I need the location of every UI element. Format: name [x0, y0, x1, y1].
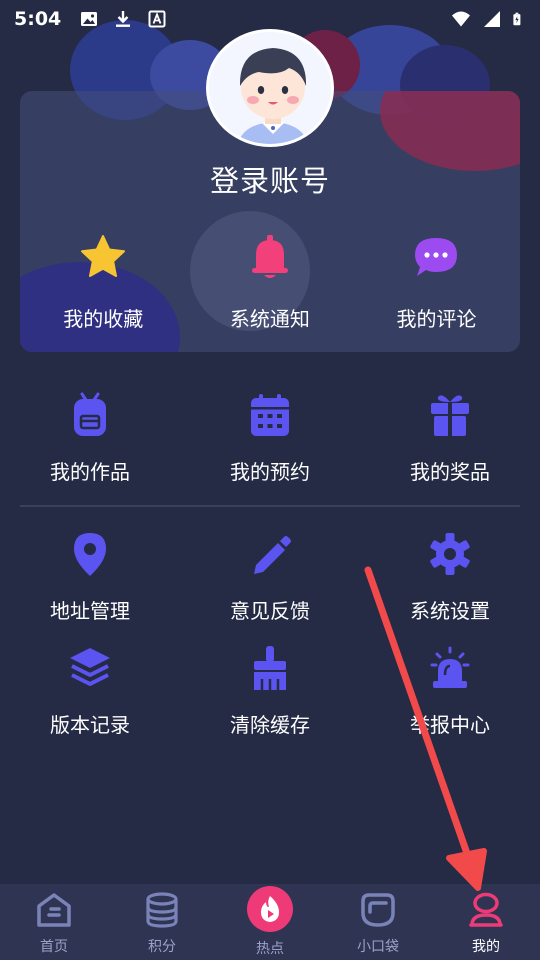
wifi-icon — [452, 11, 470, 27]
nav-home[interactable]: 首页 — [0, 884, 108, 960]
my-reservations-label: 我的预约 — [230, 460, 310, 484]
database-icon — [146, 892, 178, 928]
menu-row-settings: 地址管理 意见反馈 系统设置 — [0, 531, 540, 624]
nav-pocket-label: 小口袋 — [357, 939, 399, 955]
nav-hot-label: 热点 — [256, 941, 284, 957]
clear-cache-button[interactable]: 清除缓存 — [180, 645, 360, 738]
notifications-label: 系统通知 — [229, 307, 310, 331]
report-center-button[interactable]: 举报中心 — [360, 645, 540, 738]
report-center-label: 举报中心 — [410, 713, 490, 737]
nav-hot[interactable]: 热点 — [216, 884, 324, 960]
my-works-label: 我的作品 — [50, 460, 130, 484]
my-prizes-label: 我的奖品 — [410, 460, 490, 484]
nav-mine[interactable]: 我的 — [432, 884, 540, 960]
chat-bubble-icon — [415, 237, 458, 276]
nav-points-label: 积分 — [148, 939, 176, 955]
hot-button-circle — [247, 886, 293, 932]
comments-button[interactable]: 我的评论 — [353, 232, 520, 332]
my-reservations-button[interactable]: 我的预约 — [180, 392, 360, 485]
home-icon — [37, 893, 71, 927]
nav-pocket[interactable]: 小口袋 — [324, 884, 432, 960]
status-time: 5:04 — [14, 8, 62, 30]
siren-icon — [430, 646, 470, 688]
layers-icon — [70, 648, 110, 686]
gear-icon — [430, 533, 470, 575]
bell-icon — [251, 234, 288, 278]
menu-divider — [20, 505, 520, 507]
address-management-label: 地址管理 — [50, 599, 130, 623]
bottom-navigation: 首页 积分 热点 小口袋 我的 — [0, 884, 540, 960]
my-prizes-button[interactable]: 我的奖品 — [360, 392, 540, 485]
nav-mine-label: 我的 — [472, 939, 500, 955]
my-works-button[interactable]: 我的作品 — [0, 392, 180, 485]
signal-icon — [484, 11, 500, 27]
favorites-label: 我的收藏 — [63, 307, 144, 331]
broom-icon — [254, 646, 286, 690]
feedback-label: 意见反馈 — [230, 599, 310, 623]
status-bar: 5:04 — [0, 0, 540, 38]
backpack-icon — [74, 392, 106, 436]
gift-icon — [431, 395, 469, 436]
system-settings-label: 系统设置 — [410, 599, 490, 623]
nav-points[interactable]: 积分 — [108, 884, 216, 960]
pocket-icon — [361, 893, 395, 927]
star-icon — [81, 234, 126, 277]
pencil-icon — [254, 536, 291, 574]
comments-label: 我的评论 — [396, 307, 477, 331]
clear-cache-label: 清除缓存 — [230, 713, 310, 737]
login-title[interactable]: 登录账号 — [0, 158, 540, 200]
quick-actions-row: 我的收藏 系统通知 我的评论 — [20, 232, 520, 332]
avatar[interactable] — [206, 29, 334, 147]
feedback-button[interactable]: 意见反馈 — [180, 531, 360, 624]
address-management-button[interactable]: 地址管理 — [0, 531, 180, 624]
font-notification-icon — [148, 10, 166, 28]
user-icon — [469, 892, 503, 927]
version-history-label: 版本记录 — [50, 713, 130, 737]
menu-row-tools: 版本记录 清除缓存 举报中心 — [0, 645, 540, 738]
flame-play-icon — [261, 896, 279, 922]
menu-row-works: 我的作品 我的预约 我的奖品 — [0, 392, 540, 485]
nav-home-label: 首页 — [40, 939, 68, 955]
notifications-button[interactable]: 系统通知 — [187, 232, 354, 332]
download-notification-icon — [116, 11, 131, 27]
calendar-icon — [251, 394, 289, 436]
version-history-button[interactable]: 版本记录 — [0, 645, 180, 738]
battery-icon — [513, 12, 521, 26]
image-notification-icon — [81, 12, 98, 26]
system-settings-button[interactable]: 系统设置 — [360, 531, 540, 624]
location-pin-icon — [74, 533, 106, 576]
favorites-button[interactable]: 我的收藏 — [20, 232, 187, 332]
